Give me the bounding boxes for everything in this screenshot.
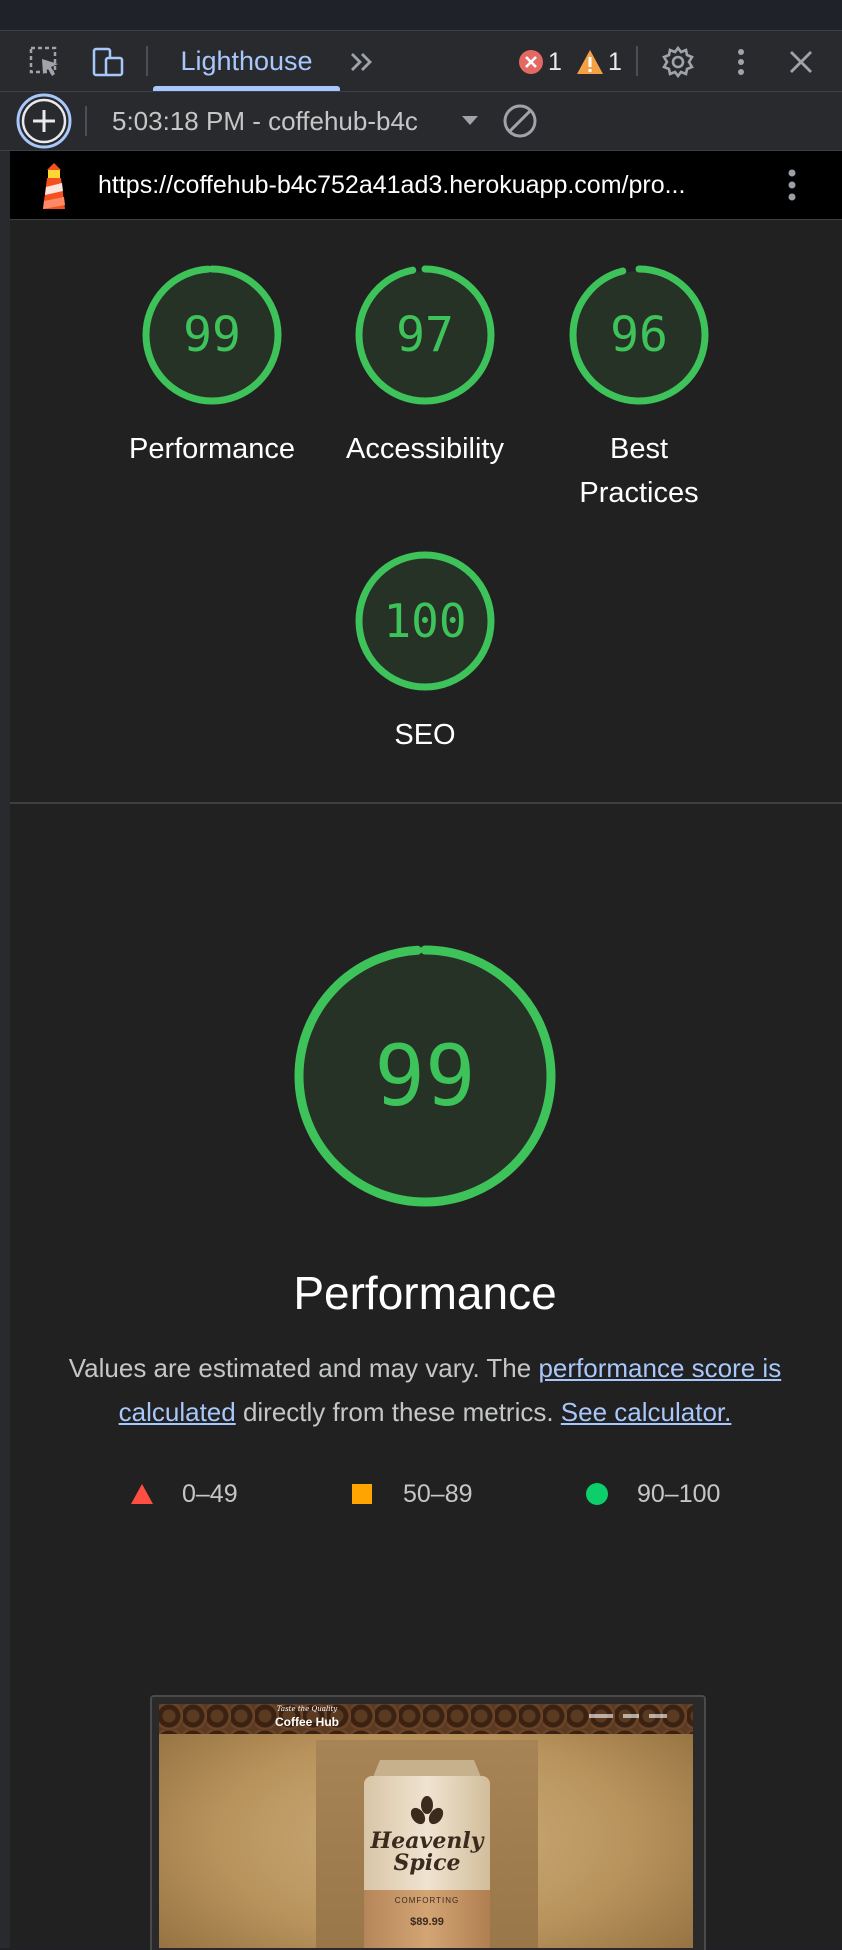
tab-lighthouse[interactable]: Lighthouse: [153, 31, 340, 91]
site-nav: [589, 1714, 679, 1720]
nav-item: [589, 1714, 613, 1718]
report-url-text: https://coffehub-b4c752a41ad3.herokuapp.…: [98, 170, 686, 199]
legend-range: 90–100: [637, 1479, 721, 1508]
desc-text: directly from these metrics.: [235, 1397, 561, 1427]
product-name-line: Heavenly: [370, 1828, 484, 1854]
window-top-strip: [0, 0, 842, 31]
nav-item: [623, 1714, 639, 1718]
error-icon: [519, 50, 543, 74]
error-count: 1: [548, 47, 562, 76]
circle-icon: [586, 1483, 608, 1505]
see-calculator-link[interactable]: See calculator.: [561, 1397, 732, 1427]
toolbar-separator: [146, 46, 148, 76]
report-selector[interactable]: 5:03:18 PM - coffehub-b4c: [112, 92, 450, 150]
close-icon[interactable]: [783, 43, 819, 81]
gauge-label-accessibility: Accessibility: [346, 433, 504, 465]
dropdown-arrow-icon[interactable]: [458, 106, 482, 136]
gauge-accessibility[interactable]: 97: [355, 265, 495, 405]
inspect-element-icon[interactable]: [26, 43, 64, 81]
gauge-score: 96: [610, 307, 668, 363]
lighthouse-logo-icon: [34, 160, 74, 212]
clear-reports-block-icon[interactable]: [500, 100, 540, 142]
device-toolbar-icon[interactable]: [88, 43, 128, 81]
warning-icon: [577, 50, 603, 74]
gauge-performance[interactable]: 99: [142, 265, 282, 405]
gauge-label-seo: SEO: [394, 719, 456, 751]
warning-count: 1: [608, 47, 622, 76]
legend-item-pass: 90–100: [585, 1474, 720, 1514]
label-line: Best: [609, 433, 669, 465]
error-counter[interactable]: 1: [518, 44, 562, 80]
legend-range: 50–89: [403, 1479, 473, 1508]
more-options-kebab-icon[interactable]: [726, 43, 756, 81]
performance-title: Performance: [293, 1267, 557, 1319]
report-selector-label: 5:03:18 PM - coffehub-b4c: [112, 105, 418, 136]
gauge-score: 99: [183, 307, 241, 363]
gauge-label-best-practices: Best Practices: [549, 427, 729, 515]
settings-gear-icon[interactable]: [659, 43, 697, 81]
gauge-seo[interactable]: 100: [355, 551, 495, 691]
new-report-button[interactable]: [14, 92, 74, 150]
square-icon: [352, 1484, 372, 1504]
report-url[interactable]: https://coffehub-b4c752a41ad3.herokuapp.…: [98, 151, 685, 219]
legend-range: 0–49: [182, 1479, 238, 1508]
section-divider: [10, 802, 842, 804]
legend-item-average: 50–89: [351, 1474, 473, 1514]
final-screenshot[interactable]: Taste the Quality Coffee Hub Heavenly Sp…: [159, 1704, 693, 1948]
nav-item: [649, 1714, 667, 1718]
warning-counter[interactable]: 1: [576, 44, 622, 80]
desc-text: Values are estimated and may vary. The: [68, 1353, 539, 1383]
triangle-icon: [131, 1484, 153, 1504]
product-name-line: Spice: [393, 1850, 461, 1876]
performance-score: 99: [374, 1027, 476, 1125]
runbar-separator: [85, 106, 87, 136]
more-tabs-chevron-icon[interactable]: [344, 44, 380, 80]
product-price: $89.99: [410, 1916, 444, 1928]
plus-icon: [16, 93, 72, 149]
coffee-bean-logo-icon: [407, 1794, 447, 1830]
active-tab-indicator: [153, 86, 340, 91]
product-tag: COMFORTING: [394, 1896, 460, 1905]
url-menu-kebab-icon[interactable]: [780, 164, 804, 206]
performance-main-gauge: 99: [293, 944, 557, 1208]
site-name: Coffee Hub: [275, 1715, 339, 1729]
legend-item-fail: 0–49: [130, 1474, 238, 1514]
performance-description: Values are estimated and may vary. The p…: [50, 1346, 800, 1434]
gauge-label-performance: Performance: [128, 433, 295, 465]
gauge-score: 100: [383, 594, 467, 648]
product-name: Heavenly Spice: [364, 1830, 490, 1874]
toolbar-separator: [636, 46, 638, 76]
label-line: Practices: [579, 477, 699, 509]
gauge-best-practices[interactable]: 96: [569, 265, 709, 405]
site-tagline: Taste the Quality: [276, 1705, 338, 1713]
gauge-score: 97: [396, 307, 454, 363]
